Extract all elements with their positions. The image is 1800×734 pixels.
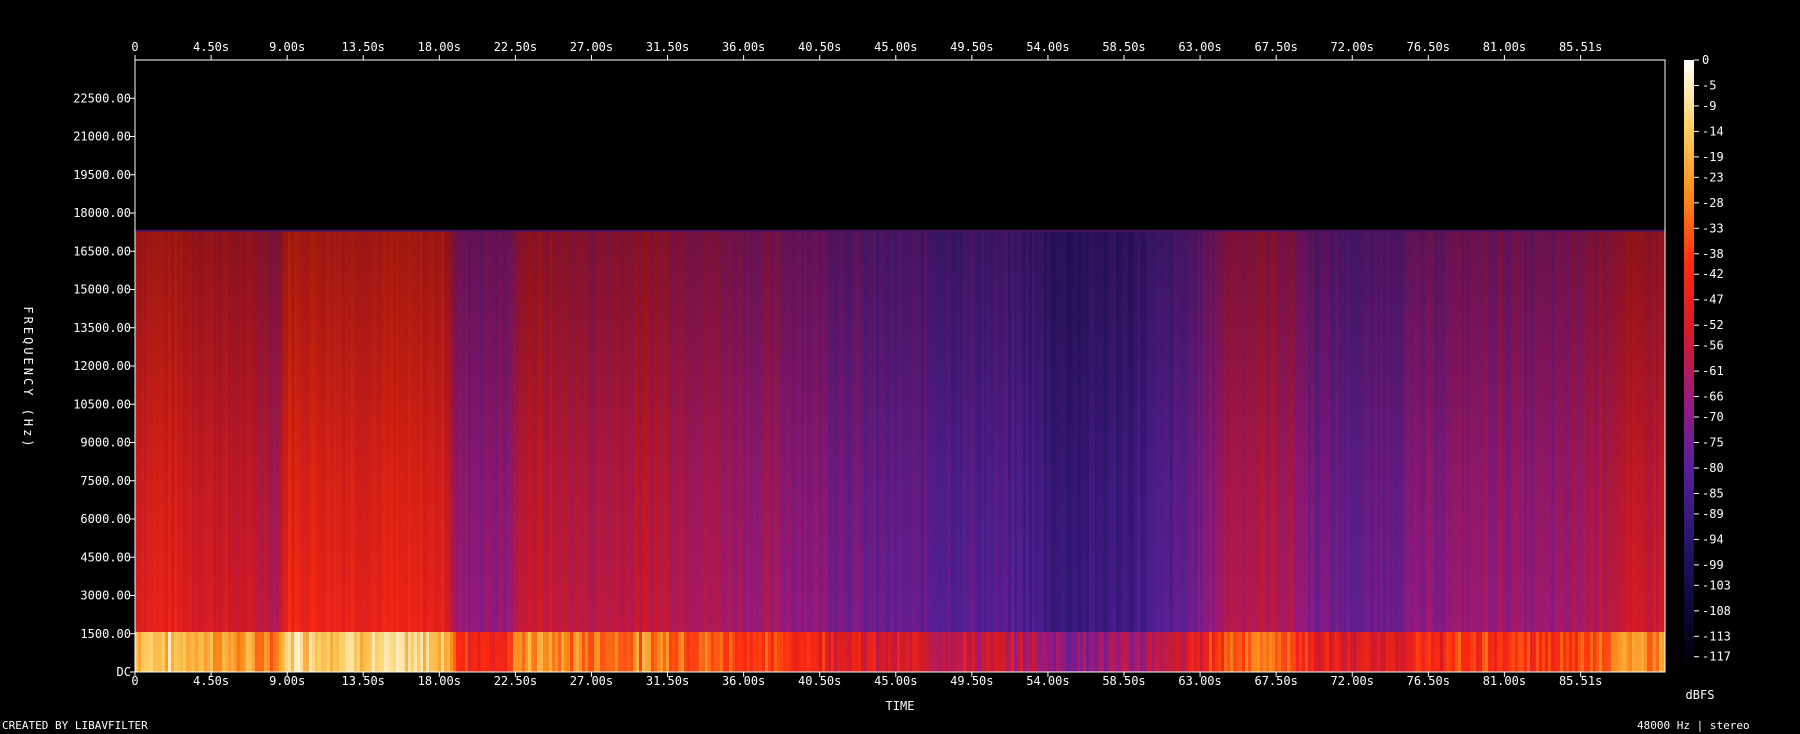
colorbar-tick-label: -117	[1702, 650, 1731, 664]
x-tick-label: 45.00s	[874, 40, 917, 54]
x-tick-label: 0	[131, 674, 138, 688]
y-tick-label: 7500.00	[80, 474, 131, 488]
spectrogram-plot-area	[135, 60, 1665, 672]
x-tick-label: 72.00s	[1331, 674, 1374, 688]
y-tick-label: 10500.00	[73, 397, 131, 411]
colorbar-tick-label: -103	[1702, 578, 1731, 592]
x-tick-label: 54.00s	[1026, 40, 1069, 54]
x-tick-label: 22.50s	[494, 40, 537, 54]
y-tick-label: 12000.00	[73, 359, 131, 373]
x-tick-label: 31.50s	[646, 40, 689, 54]
colorbar-tick-label: 0	[1702, 53, 1709, 67]
y-tick-label: 13500.00	[73, 321, 131, 335]
x-tick-label: 0	[131, 40, 138, 54]
colorbar-tick-label: -47	[1702, 293, 1724, 307]
y-axis: DC 1500.00 3000.00 4500.00 6000.00 7500.00 900…	[73, 91, 135, 679]
colorbar-tick-label: -108	[1702, 604, 1731, 618]
colorbar-tick-label: -38	[1702, 247, 1724, 261]
y-tick-label: 4500.00	[80, 550, 131, 564]
x-tick-label: 18.00s	[418, 674, 461, 688]
x-tick-label: 54.00s	[1026, 674, 1069, 688]
colorbar-tick-label: -5	[1702, 79, 1716, 93]
x-tick-label: 22.50s	[494, 674, 537, 688]
y-tick-label: 19500.00	[73, 168, 131, 182]
x-tick-label: 76.50s	[1407, 40, 1450, 54]
colorbar-tick-label: -99	[1702, 558, 1724, 572]
x-tick-label: 31.50s	[646, 674, 689, 688]
y-tick-label: 15000.00	[73, 283, 131, 297]
colorbar-tick-label: -85	[1702, 487, 1724, 501]
y-tick-label: 1500.00	[80, 627, 131, 641]
created-by-text: CREATED BY LIBAVFILTER	[2, 719, 148, 732]
colorbar: 0 -5 -9 -14 -19 -23 -28 -33 -38 -42 -47 -52 -56 -61 -6…	[1684, 53, 1731, 672]
x-tick-label: 72.00s	[1331, 40, 1374, 54]
sample-info-text: 48000 Hz | stereo	[1637, 719, 1750, 732]
colorbar-tick-label: -75	[1702, 436, 1724, 450]
colorbar-tick-label: -61	[1702, 364, 1724, 378]
colorbar-tick-label: -42	[1702, 267, 1724, 281]
x-tick-label: 49.50s	[950, 674, 993, 688]
colorbar-tick-label: -94	[1702, 532, 1724, 546]
x-tick-label: 63.00s	[1178, 674, 1221, 688]
colorbar-tick-label: -56	[1702, 339, 1724, 353]
x-tick-label: 9.00s	[269, 674, 305, 688]
colorbar-gradient	[1684, 60, 1694, 672]
colorbar-tick-label: -89	[1702, 507, 1724, 521]
x-tick-label: 36.00s	[722, 674, 765, 688]
colorbar-tick-label: -19	[1702, 150, 1724, 164]
x-tick-label: 40.50s	[798, 40, 841, 54]
colorbar-tick-label: -80	[1702, 461, 1724, 475]
y-tick-label: 21000.00	[73, 130, 131, 144]
x-tick-label: 85.51s	[1559, 674, 1602, 688]
x-tick-label: 18.00s	[418, 40, 461, 54]
x-axis-bottom: 0 4.50s 9.00s 13.50s 18.00s 22.50s 27.00s 31.50…	[131, 672, 1602, 688]
x-tick-label: 81.00s	[1483, 40, 1526, 54]
colorbar-tick-label: -9	[1702, 99, 1716, 113]
x-tick-label: 58.50s	[1102, 40, 1145, 54]
y-axis-label: FREQUENCY (Hz)	[21, 306, 35, 449]
x-tick-label: 27.00s	[570, 674, 613, 688]
x-tick-label: 4.50s	[193, 40, 229, 54]
colorbar-tick-label: -33	[1702, 221, 1724, 235]
spectrogram-chart: 0 4.50s 9.00s 13.50s 18.00s 22.50s 27.00s 31.50…	[21, 40, 1731, 713]
colorbar-label: dBFS	[1686, 688, 1715, 702]
x-tick-label: 67.50s	[1254, 674, 1297, 688]
x-tick-label: 45.00s	[874, 674, 917, 688]
x-tick-label: 81.00s	[1483, 674, 1526, 688]
colorbar-tick-label: -52	[1702, 318, 1724, 332]
colorbar-tick-label: -23	[1702, 170, 1724, 184]
y-tick-label: 22500.00	[73, 91, 131, 105]
x-tick-label: 4.50s	[193, 674, 229, 688]
colorbar-tick-label: -113	[1702, 629, 1731, 643]
colorbar-tick-label: -66	[1702, 390, 1724, 404]
colorbar-tick-label: -28	[1702, 196, 1724, 210]
y-tick-label: 18000.00	[73, 206, 131, 220]
x-tick-label: 13.50s	[342, 674, 385, 688]
y-tick-label: DC	[117, 665, 131, 679]
x-tick-label: 67.50s	[1254, 40, 1297, 54]
x-tick-label: 76.50s	[1407, 674, 1450, 688]
x-tick-label: 9.00s	[269, 40, 305, 54]
y-tick-label: 3000.00	[80, 589, 131, 603]
y-tick-label: 16500.00	[73, 244, 131, 258]
y-tick-label: 9000.00	[80, 436, 131, 450]
x-tick-label: 63.00s	[1178, 40, 1221, 54]
colorbar-tick-label: -70	[1702, 410, 1724, 424]
y-tick-label: 6000.00	[80, 512, 131, 526]
x-tick-label: 40.50s	[798, 674, 841, 688]
x-tick-label: 36.00s	[722, 40, 765, 54]
x-tick-label: 85.51s	[1559, 40, 1602, 54]
x-tick-label: 49.50s	[950, 40, 993, 54]
x-tick-label: 27.00s	[570, 40, 613, 54]
x-tick-label: 58.50s	[1102, 674, 1145, 688]
x-tick-label: 13.50s	[342, 40, 385, 54]
colorbar-tick-label: -14	[1702, 124, 1724, 138]
x-axis-top: 0 4.50s 9.00s 13.50s 18.00s 22.50s 27.00s 31.50…	[131, 40, 1602, 60]
x-axis-label: TIME	[886, 699, 915, 713]
